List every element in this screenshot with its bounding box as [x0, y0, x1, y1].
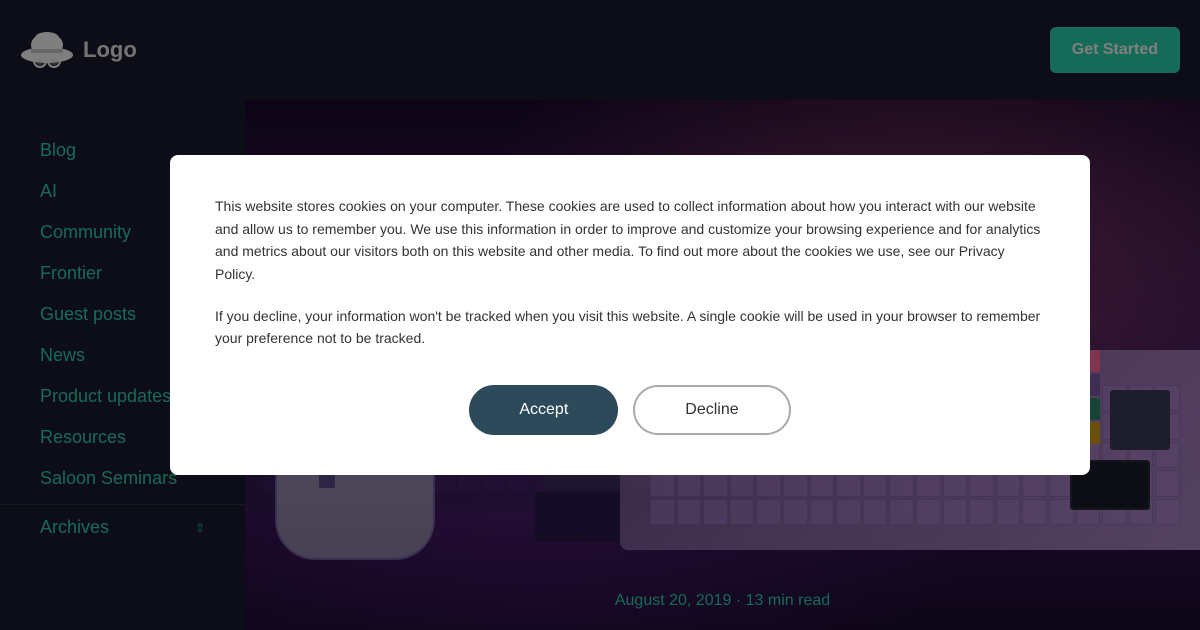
cookie-buttons: Accept Decline — [215, 385, 1045, 435]
cookie-text-secondary: If you decline, your information won't b… — [215, 305, 1045, 350]
modal-overlay: This website stores cookies on your comp… — [0, 0, 1200, 630]
accept-button[interactable]: Accept — [469, 385, 618, 435]
cookie-text-primary: This website stores cookies on your comp… — [215, 195, 1045, 285]
decline-button[interactable]: Decline — [633, 385, 790, 435]
cookie-modal: This website stores cookies on your comp… — [170, 155, 1090, 474]
